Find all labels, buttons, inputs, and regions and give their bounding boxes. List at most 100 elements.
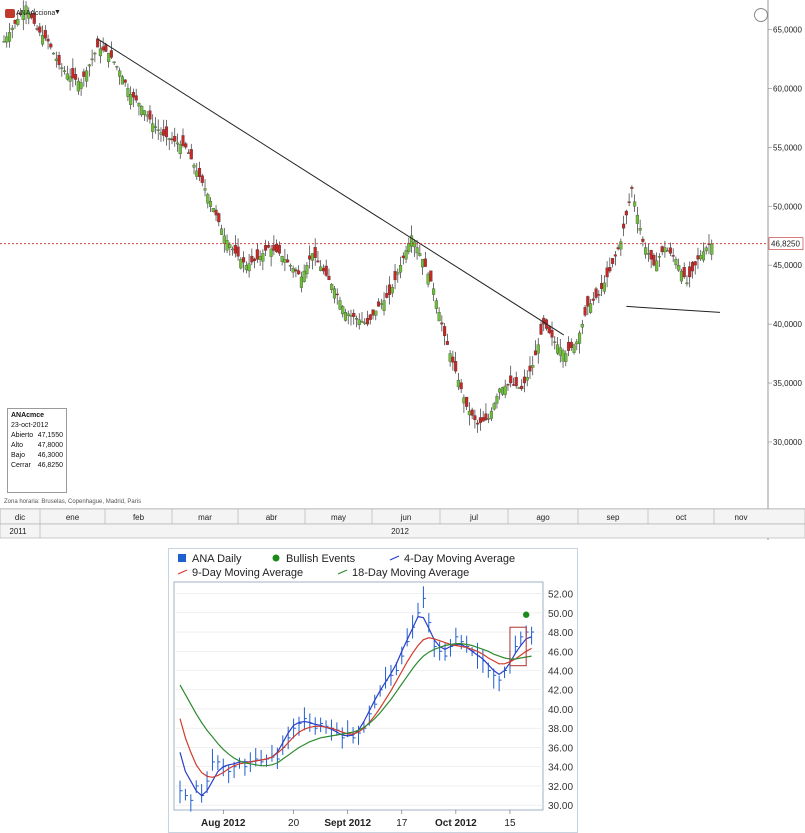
info-row-open: Abierto 47,1550: [11, 431, 63, 441]
candle-body: [624, 210, 628, 216]
candle-body: [674, 259, 678, 266]
clock-icon[interactable]: [754, 8, 768, 22]
candle-body: [101, 46, 105, 51]
top-chart-x-axis: dic ene feb mar abr may jun jul ago sep oct nov 2011…: [0, 508, 805, 539]
candle-body: [264, 245, 268, 251]
candle-body: [74, 74, 78, 80]
candle-body: [382, 300, 386, 311]
info-box-date: 23-oct-2012: [11, 422, 49, 429]
candle-body: [602, 282, 606, 292]
candle-body: [404, 250, 408, 260]
candle-body: [443, 326, 447, 337]
candle-body: [657, 256, 661, 258]
info-label: Abierto: [11, 432, 34, 439]
candle-body: [10, 27, 14, 31]
candle-body: [228, 244, 232, 248]
chevron-down-icon[interactable]: ▼: [54, 9, 61, 16]
candlestick-chart[interactable]: 46,8250 65,0000 60,0000 55,0000 50,0000 45,0…: [0, 0, 805, 540]
candle-body: [5, 36, 9, 43]
candle-body: [308, 255, 312, 260]
y-tick-label: 46.00: [548, 647, 573, 658]
y-tick-label: 52.00: [548, 590, 573, 601]
candle-body: [495, 396, 499, 404]
candle-body: [208, 201, 213, 207]
candle-body: [76, 80, 80, 92]
candle-body: [352, 312, 356, 317]
candle-body: [652, 254, 656, 266]
y-tick-label: 60,0000: [773, 84, 802, 93]
candle-body: [525, 376, 529, 381]
candle-body: [451, 356, 455, 363]
candle-body: [641, 238, 645, 242]
candle-body: [173, 135, 177, 142]
candle-body: [7, 32, 12, 42]
candle-body: [60, 67, 64, 69]
y-tick-label: 40.00: [548, 705, 573, 716]
candle-body: [589, 303, 593, 313]
info-label: Cerrar: [11, 462, 31, 469]
candle-body: [349, 315, 353, 317]
candle-body: [363, 322, 367, 324]
candle-body: [222, 235, 226, 244]
candle-body: [415, 247, 419, 254]
candle-body: [346, 313, 350, 316]
candle-body: [54, 58, 58, 61]
candle-body: [528, 365, 532, 372]
candle-body: [611, 258, 615, 264]
candle-body: [418, 253, 422, 256]
month-label: mar: [198, 513, 212, 522]
candle-body: [321, 268, 325, 272]
candle-body: [586, 296, 590, 307]
candle-body: [217, 213, 221, 223]
candle-body: [255, 249, 259, 260]
candle-body: [685, 282, 689, 285]
y-tick-label: 35,0000: [773, 379, 802, 388]
candle-body: [167, 138, 171, 140]
candle-body: [87, 64, 91, 67]
candle-body: [186, 152, 191, 154]
candle-body: [305, 265, 309, 275]
candle-body: [104, 44, 108, 52]
candle-body: [109, 50, 113, 58]
candle-body: [35, 28, 39, 30]
instrument-name[interactable]: ANAAcciona: [16, 10, 55, 17]
candle-body: [423, 258, 427, 267]
candle-body: [164, 126, 169, 138]
bullish-event-dot: [522, 611, 530, 618]
candle-body: [498, 388, 502, 393]
candle-body: [332, 288, 337, 299]
candle-body: [365, 318, 370, 325]
candle-body: [600, 283, 604, 289]
candle-body: [214, 209, 218, 216]
candle-body: [49, 43, 53, 48]
y-tick-label: 50,0000: [773, 202, 802, 211]
candle-body: [500, 387, 504, 395]
candle-body: [613, 254, 617, 257]
candle-body: [90, 58, 94, 61]
candle-body: [280, 256, 284, 262]
candle-body: [368, 314, 372, 320]
candle-body: [663, 247, 667, 253]
candle-body: [126, 88, 130, 97]
candle-body: [561, 350, 565, 362]
info-value: 47,1550: [37, 432, 63, 439]
candle-body: [591, 298, 595, 301]
candle-body: [429, 270, 433, 282]
info-row-close: Cerrar 46,8250: [11, 461, 63, 471]
candle-body: [668, 247, 672, 254]
candle-body: [506, 384, 510, 386]
month-label: ene: [66, 513, 80, 522]
info-box-title: ANAcmce: [11, 412, 45, 419]
daily-line-chart[interactable]: ANA Daily Bullish Events 4-Day Moving Aver…: [168, 548, 578, 833]
candle-body: [79, 82, 83, 89]
candle-body: [547, 326, 551, 334]
candle-body: [162, 129, 166, 136]
candle-body: [131, 92, 135, 98]
y-tick-label: 32.00: [548, 782, 573, 793]
y-tick-label: 36.00: [548, 743, 573, 754]
candle-body: [522, 376, 527, 384]
candle-body: [520, 385, 524, 390]
candle-body: [68, 76, 72, 82]
candle-body: [13, 20, 17, 24]
candle-body: [253, 258, 257, 261]
